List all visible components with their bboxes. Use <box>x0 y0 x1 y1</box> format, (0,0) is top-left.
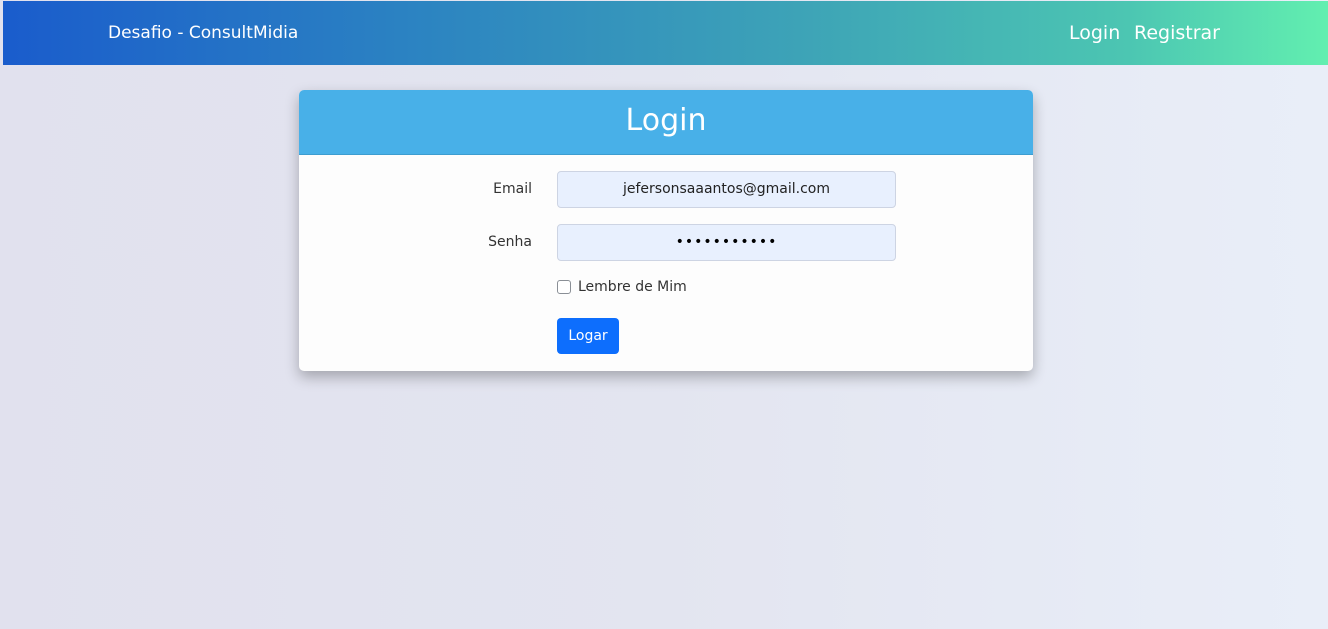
email-label: Email <box>493 181 532 197</box>
password-label: Senha <box>488 234 532 250</box>
email-field[interactable]: jefersonsaaantos@gmail.com <box>557 171 896 208</box>
login-button[interactable]: Logar <box>557 318 619 354</box>
nav-login-link[interactable]: Login <box>1069 20 1120 46</box>
card-title: Login <box>625 103 707 138</box>
password-field[interactable]: ••••••••••• <box>557 224 896 261</box>
brand-link[interactable]: Desafio - ConsultMidia <box>108 21 298 45</box>
login-card: Login Email jefersonsaaantos@gmail.com S… <box>299 90 1033 371</box>
remember-me-checkbox[interactable] <box>557 280 571 294</box>
remember-me-label[interactable]: Lembre de Mim <box>578 278 687 296</box>
card-header: Login <box>299 90 1033 155</box>
navbar: Desafio - ConsultMidia Login Registrar <box>3 1 1328 65</box>
nav-register-link[interactable]: Registrar <box>1134 20 1220 46</box>
